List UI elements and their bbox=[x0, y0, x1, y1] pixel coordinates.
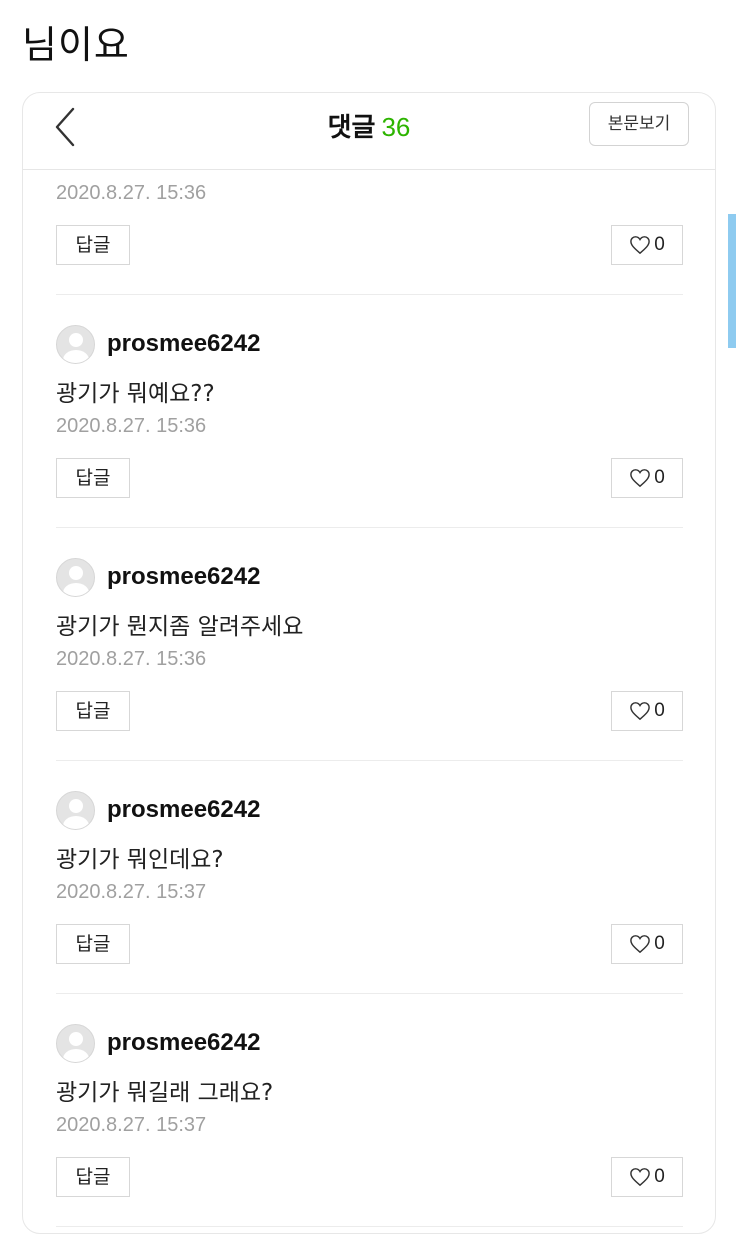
view-post-button[interactable]: 본문보기 bbox=[589, 102, 689, 146]
author-name[interactable]: prosmee6242 bbox=[107, 796, 260, 824]
author-name[interactable]: prosmee6242 bbox=[107, 1029, 260, 1057]
comment-author: prosmee6242 bbox=[56, 324, 260, 364]
caption-title: 님이요 bbox=[22, 23, 130, 67]
heart-outline-icon bbox=[630, 236, 651, 255]
comment-author: prosmee6242 bbox=[56, 557, 260, 597]
like-button[interactable]: 0 bbox=[611, 691, 683, 731]
comment-timestamp: 2020.8.27. 15:36 bbox=[56, 182, 207, 204]
like-button[interactable]: 0 bbox=[611, 458, 683, 498]
author-name[interactable]: prosmee6242 bbox=[107, 563, 260, 591]
like-button[interactable]: 0 bbox=[611, 225, 683, 265]
comment-text: 광기가 뭔지좀 알려주세요 bbox=[56, 614, 304, 640]
like-button[interactable]: 0 bbox=[611, 924, 683, 964]
comment-timestamp: 2020.8.27. 15:37 bbox=[56, 881, 207, 903]
reply-button[interactable]: 답글 bbox=[56, 225, 130, 265]
comment-count: 36 bbox=[381, 112, 411, 142]
like-count: 0 bbox=[654, 234, 665, 255]
comment-author: prosmee6242 bbox=[56, 1023, 260, 1063]
heart-outline-icon bbox=[630, 1168, 651, 1187]
heart-outline-icon bbox=[630, 935, 651, 954]
comments-title: 댓글 bbox=[327, 112, 376, 142]
comment-item: prosmee6242 광기가 뭐인데요? 2020.8.27. 15:37 답… bbox=[56, 761, 683, 994]
reply-button[interactable]: 답글 bbox=[56, 924, 130, 964]
comment-item: prosmee6242 광기가 뭐길래 그래요? 2020.8.27. 15:3… bbox=[56, 994, 683, 1227]
comment-timestamp: 2020.8.27. 15:37 bbox=[56, 1114, 207, 1136]
comment-timestamp: 2020.8.27. 15:36 bbox=[56, 648, 207, 670]
avatar bbox=[56, 557, 95, 597]
like-count: 0 bbox=[654, 700, 665, 721]
comment-text: 광기가 뭐길래 그래요? bbox=[56, 1080, 274, 1106]
like-count: 0 bbox=[654, 933, 665, 954]
reply-button[interactable]: 답글 bbox=[56, 1157, 130, 1197]
scroll-indicator[interactable] bbox=[728, 214, 736, 348]
comment-item: prosmee6242 광기가 뭐예요?? 2020.8.27. 15:36 답… bbox=[56, 295, 683, 528]
comment-text: 광기가 뭐인데요? bbox=[56, 847, 224, 873]
heart-outline-icon bbox=[630, 702, 651, 721]
avatar bbox=[56, 324, 95, 364]
author-name[interactable]: prosmee6242 bbox=[107, 330, 260, 358]
like-button[interactable]: 0 bbox=[611, 1157, 683, 1197]
comment-item: 2020.8.27. 15:36 답글 0 bbox=[56, 170, 683, 295]
comment-text: 광기가 뭐예요?? bbox=[56, 381, 215, 407]
comments-header: 댓글 36 본문보기 bbox=[23, 93, 715, 170]
comment-item: prosmee6242 광기가 뭔지좀 알려주세요 2020.8.27. 15:… bbox=[56, 528, 683, 761]
comments-panel: 댓글 36 본문보기 2020.8.27. 15:36 답글 0 prosmee6… bbox=[22, 92, 716, 1234]
comment-timestamp: 2020.8.27. 15:36 bbox=[56, 415, 207, 437]
like-count: 0 bbox=[654, 467, 665, 488]
avatar bbox=[56, 790, 95, 830]
avatar bbox=[56, 1023, 95, 1063]
reply-button[interactable]: 답글 bbox=[56, 691, 130, 731]
reply-button[interactable]: 답글 bbox=[56, 458, 130, 498]
comment-author: prosmee6242 bbox=[56, 790, 260, 830]
heart-outline-icon bbox=[630, 469, 651, 488]
